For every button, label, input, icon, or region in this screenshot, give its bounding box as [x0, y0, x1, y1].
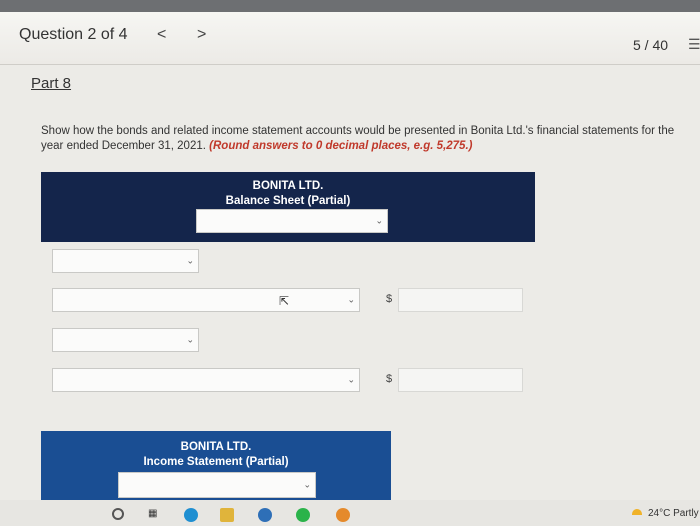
- app-icon[interactable]: [258, 508, 272, 522]
- taskbar: ▦: [0, 500, 700, 526]
- browser-top-strip: [0, 0, 700, 12]
- weather-icon: [632, 509, 642, 515]
- mouse-cursor-icon: ⇱: [279, 294, 290, 308]
- chevron-down-icon: ⌄: [375, 215, 383, 226]
- balance-sheet-row-1-account-select[interactable]: ⌄: [52, 249, 199, 273]
- score-display: 5 / 40: [633, 37, 669, 53]
- balance-sheet-title: Balance Sheet (Partial): [225, 195, 351, 207]
- balance-sheet-row-4-account-select[interactable]: ⌄: [52, 368, 360, 392]
- part-label: Part 8: [31, 75, 72, 92]
- chevron-down-icon: ⌄: [347, 294, 355, 305]
- browser-icon[interactable]: [184, 508, 198, 522]
- income-statement-date-select[interactable]: ⌄: [118, 472, 316, 498]
- previous-question-button[interactable]: <: [157, 26, 166, 44]
- app-icon[interactable]: [336, 508, 350, 522]
- file-explorer-icon[interactable]: [220, 508, 234, 522]
- app-icon[interactable]: [296, 508, 310, 522]
- balance-sheet-row-2-amount-input[interactable]: [398, 288, 523, 312]
- balance-sheet-row-2-account-select[interactable]: ⌄: [52, 288, 360, 312]
- rounding-note: (Round answers to 0 decimal places, e.g.…: [209, 140, 473, 152]
- chevron-down-icon: ⌄: [347, 374, 355, 385]
- currency-symbol: $: [386, 373, 393, 385]
- list-icon[interactable]: ☰: [688, 36, 700, 53]
- question-counter: Question 2 of 4: [19, 26, 128, 43]
- balance-sheet-date-select[interactable]: ⌄: [196, 209, 388, 233]
- income-statement-title: Income Statement (Partial): [143, 456, 289, 468]
- balance-sheet-row-3-account-select[interactable]: ⌄: [52, 328, 199, 352]
- chevron-down-icon: ⌄: [186, 334, 194, 345]
- income-statement-company: BONITA LTD.: [180, 441, 252, 453]
- chevron-down-icon: ⌄: [186, 255, 194, 266]
- task-view-icon[interactable]: ▦: [148, 508, 157, 522]
- chevron-down-icon: ⌄: [303, 479, 311, 490]
- instructions: Show how the bonds and related income st…: [41, 124, 691, 154]
- next-question-button[interactable]: >: [197, 26, 206, 44]
- question-header: Question 2 of 4 < > 5 / 40 ☰: [0, 12, 700, 65]
- balance-sheet-company: BONITA LTD.: [252, 180, 324, 192]
- currency-symbol: $: [386, 293, 393, 305]
- search-icon[interactable]: [112, 508, 124, 520]
- balance-sheet-row-4-amount-input[interactable]: [398, 368, 523, 392]
- weather-status: 24°C Partly: [648, 508, 699, 519]
